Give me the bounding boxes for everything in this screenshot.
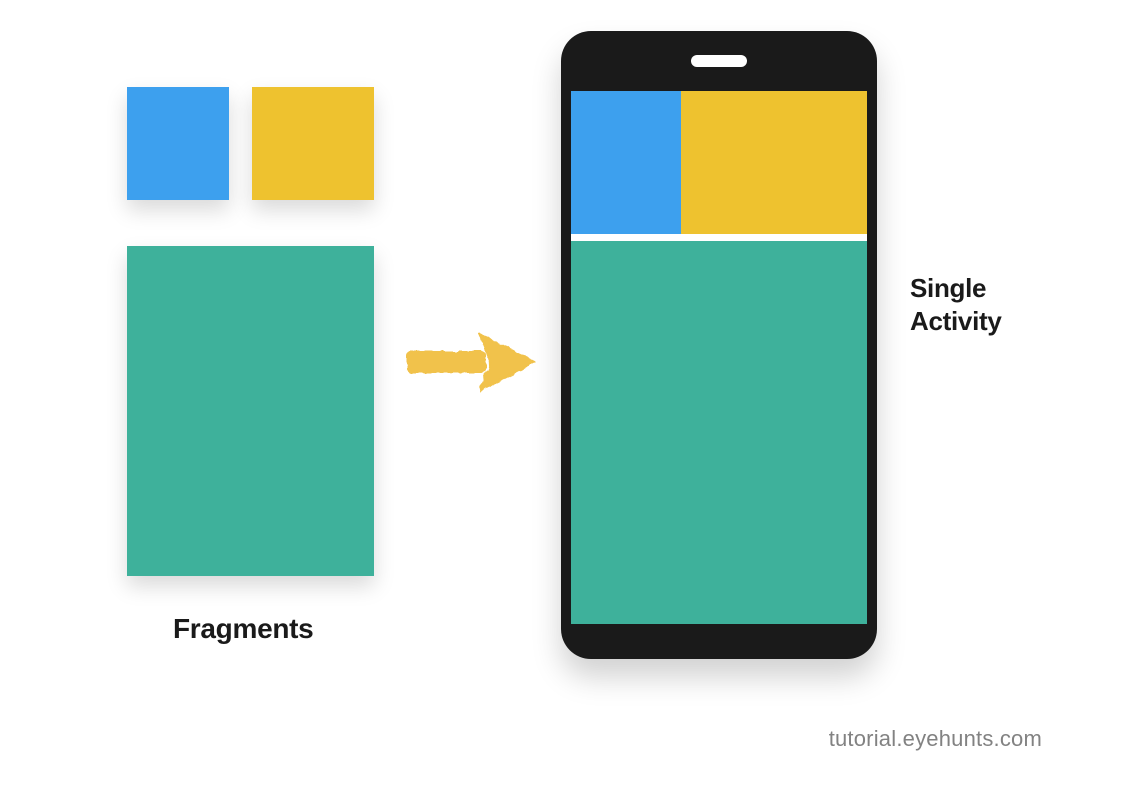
fragment-blue bbox=[127, 87, 229, 200]
activity-label-line2: Activity bbox=[910, 306, 1002, 336]
activity-fragment-blue bbox=[571, 91, 681, 234]
activity-top-row bbox=[571, 91, 867, 234]
diagram-canvas: Fragments bbox=[0, 0, 1128, 788]
activity-label: Single Activity bbox=[910, 272, 1002, 337]
phone-speaker bbox=[691, 55, 747, 67]
arrow-icon bbox=[395, 322, 545, 402]
fragment-yellow bbox=[252, 87, 374, 200]
footer-site: tutorial.eyehunts.com bbox=[829, 726, 1042, 752]
activity-fragment-yellow bbox=[681, 91, 867, 234]
fragment-teal bbox=[127, 246, 374, 576]
phone-device bbox=[561, 31, 877, 659]
activity-label-line1: Single bbox=[910, 273, 986, 303]
activity-fragment-teal bbox=[571, 241, 867, 624]
phone-screen bbox=[571, 91, 867, 624]
fragments-label: Fragments bbox=[173, 613, 313, 645]
